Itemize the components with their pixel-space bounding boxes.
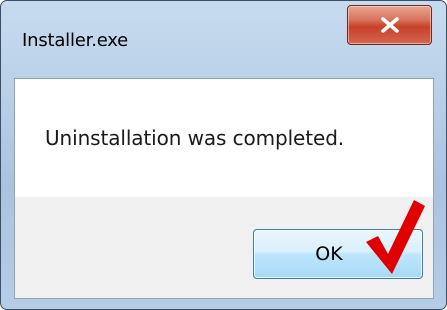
title-bar[interactable]: Installer.exe	[1, 1, 446, 77]
close-icon	[380, 17, 399, 33]
red-checkmark-icon	[366, 200, 425, 274]
ok-button-label: OK	[315, 243, 343, 265]
dialog-message: Uninstallation was completed.	[45, 126, 345, 150]
close-button[interactable]	[347, 5, 432, 45]
window-title: Installer.exe	[22, 30, 129, 51]
